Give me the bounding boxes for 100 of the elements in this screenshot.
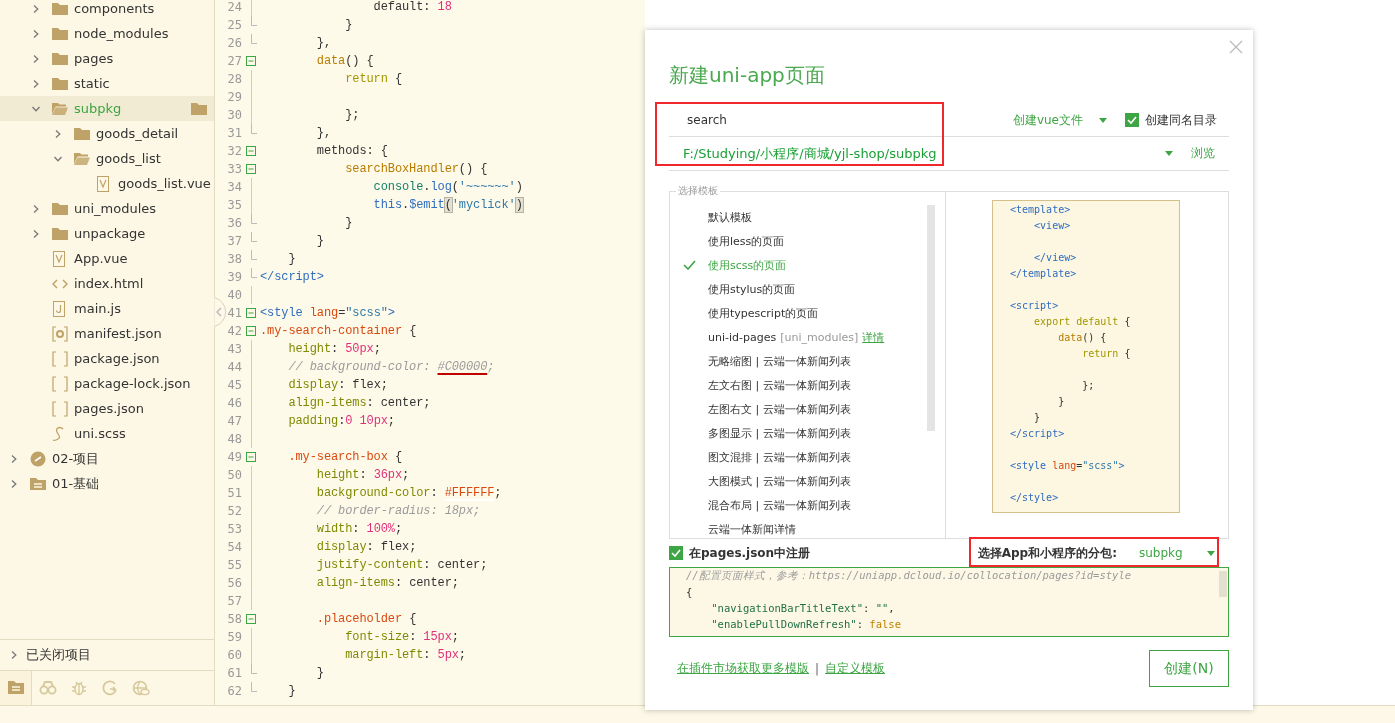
code-line: data() {: [315, 54, 374, 68]
chevron-icon[interactable]: [32, 204, 40, 213]
template-item[interactable]: 使用less的页面: [670, 229, 945, 253]
code-line: default: 18: [372, 0, 452, 14]
folder-icon: [52, 226, 68, 241]
tree-item[interactable]: goods_list: [0, 146, 214, 171]
line-number: 27: [226, 54, 242, 68]
tree-item[interactable]: uni_modules: [0, 196, 214, 221]
template-item[interactable]: 图文混排 | 云端一体新闻列表: [670, 445, 945, 469]
fold-toggle-icon[interactable]: [246, 164, 256, 174]
tree-item[interactable]: package.json: [0, 346, 214, 371]
close-icon[interactable]: [1229, 40, 1243, 54]
template-item[interactable]: 混合布局 | 云端一体新闻列表: [670, 493, 945, 517]
tree-item[interactable]: node_modules: [0, 21, 214, 46]
files-icon[interactable]: [6, 679, 25, 697]
folder-icon: [52, 1, 68, 16]
folder-icon: [52, 201, 68, 216]
chevron-icon[interactable]: [54, 129, 62, 138]
code-line: // border-radius: 18px;: [315, 504, 481, 518]
closed-projects-item[interactable]: 已关闭项目: [0, 639, 214, 670]
chevron-icon[interactable]: [32, 54, 40, 63]
tree-item[interactable]: goods_detail: [0, 121, 214, 146]
code-line: //配置页面样式，参考：https://uniapp.dcloud.io/collocation/pages?id=style: [686, 569, 1132, 583]
code-file-icon: [52, 277, 68, 290]
code-line: console.log('~~~~~~'): [372, 180, 523, 194]
template-item[interactable]: uni-id-pages [uni_modules] 详情: [670, 325, 945, 349]
code-line: methods: {: [315, 144, 388, 158]
tree-item[interactable]: unpackage: [0, 221, 214, 246]
dialog-title: 新建uni-app页面: [669, 62, 825, 89]
scrollbar-thumb[interactable]: [927, 205, 935, 431]
dropdown-caret-icon[interactable]: [1207, 550, 1215, 556]
tree-item[interactable]: 01-基础: [0, 471, 214, 496]
tree-item[interactable]: App.vue: [0, 246, 214, 271]
template-item[interactable]: 左文右图 | 云端一体新闻列表: [670, 373, 945, 397]
line-number: 37: [226, 234, 242, 248]
line-number: 40: [226, 288, 242, 302]
folder-icon[interactable]: [191, 101, 207, 116]
code-line: return {: [344, 72, 403, 86]
template-item[interactable]: 云端一体新闻详情: [670, 517, 945, 538]
chevron-icon[interactable]: [32, 79, 40, 88]
template-item[interactable]: 大图模式 | 云端一体新闻列表: [670, 469, 945, 493]
code-line: height: 50px;: [287, 342, 381, 356]
template-item[interactable]: 左图右文 | 云端一体新闻列表: [670, 397, 945, 421]
chevron-icon[interactable]: [10, 454, 18, 463]
line-number: 58: [226, 612, 242, 626]
fold-toggle-icon[interactable]: [246, 308, 256, 318]
chevron-icon[interactable]: [10, 651, 18, 659]
chevron-icon[interactable]: [32, 229, 40, 238]
tree-item[interactable]: index.html: [0, 271, 214, 296]
chevron-icon[interactable]: [10, 479, 18, 488]
tree-item[interactable]: components: [0, 0, 214, 21]
page-name-field[interactable]: search: [683, 111, 891, 129]
checkbox[interactable]: [1125, 113, 1139, 127]
code-line: font-size: 15px;: [344, 630, 459, 644]
dropdown-caret-icon[interactable]: [1165, 151, 1173, 156]
template-item[interactable]: 无略缩图 | 云端一体新闻列表: [670, 349, 945, 373]
code-line: }: [344, 18, 353, 32]
code-line: <style lang="scss">: [1010, 459, 1125, 471]
tree-item[interactable]: goods_list.vue: [0, 171, 214, 196]
tree-item[interactable]: main.js: [0, 296, 214, 321]
template-item[interactable]: 使用typescript的页面: [670, 301, 945, 325]
scrollbar-thumb[interactable]: [1219, 571, 1227, 597]
line-number: 43: [226, 342, 242, 356]
line-number: 29: [226, 90, 242, 104]
line-number: 51: [226, 486, 242, 500]
fold-toggle-icon[interactable]: [246, 146, 256, 156]
dropdown-caret-icon[interactable]: [1099, 117, 1107, 123]
path-field[interactable]: F:/Studying/小程序/商城/yjl-shop/subpkg: [683, 144, 973, 163]
code-line: <template>: [1010, 203, 1071, 215]
tree-item[interactable]: pages: [0, 46, 214, 71]
line-number: 47: [226, 414, 242, 428]
checkbox[interactable]: [669, 546, 683, 560]
line-number: 53: [226, 522, 242, 536]
tree-item[interactable]: pages.json: [0, 396, 214, 421]
code-line: display: flex;: [315, 540, 417, 554]
chevron-icon[interactable]: [32, 29, 40, 38]
fold-toggle-icon[interactable]: [246, 614, 256, 624]
code-line: </style>: [1010, 491, 1059, 503]
template-item[interactable]: 使用stylus的页面: [670, 277, 945, 301]
tree-item[interactable]: manifest.json: [0, 321, 214, 346]
fold-toggle-icon[interactable]: [246, 326, 256, 336]
page-style-editor[interactable]: //配置页面样式，参考：https://uniapp.dcloud.io/collocation/pages?id=style { "navigationBarTitleText": "", "enablePullDownRefresh": false: [669, 567, 1229, 637]
tree-item[interactable]: static: [0, 71, 214, 96]
fold-toggle-icon[interactable]: [246, 56, 256, 66]
template-item[interactable]: 默认模板: [670, 205, 945, 229]
settings-file-icon: [52, 325, 68, 342]
template-item[interactable]: 多图显示 | 云端一体新闻列表: [670, 421, 945, 445]
tree-item[interactable]: uni.scss: [0, 421, 214, 446]
line-number: 61: [226, 666, 242, 680]
chevron-icon[interactable]: [32, 104, 40, 113]
tree-item[interactable]: package-lock.json: [0, 371, 214, 396]
line-number: 45: [226, 378, 242, 392]
code-line: background-color: #FFFFFF;: [315, 486, 502, 500]
chevron-icon[interactable]: [54, 154, 62, 163]
chevron-icon[interactable]: [32, 4, 40, 13]
code-line: {: [686, 586, 693, 598]
tree-item[interactable]: 02-项目: [0, 446, 214, 471]
line-number: 62: [226, 684, 242, 698]
fold-toggle-icon[interactable]: [246, 452, 256, 462]
code-line: }: [287, 684, 296, 698]
